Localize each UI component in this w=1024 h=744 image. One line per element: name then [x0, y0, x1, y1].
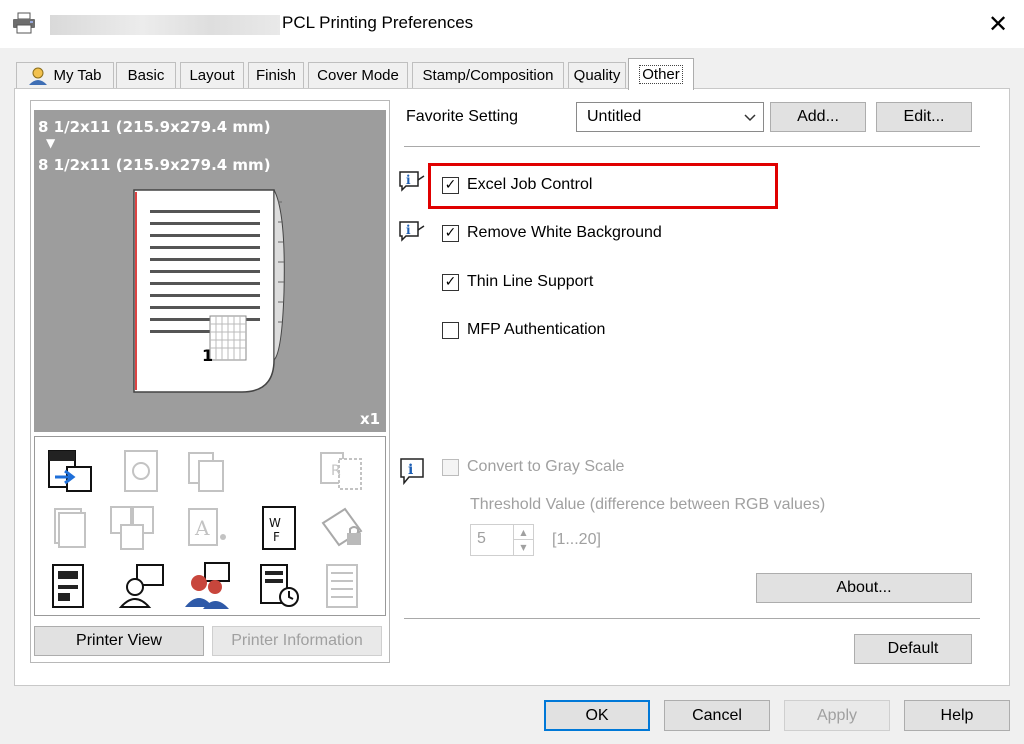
- svg-text:F: F: [273, 530, 280, 544]
- highlight-box: [428, 163, 778, 209]
- svg-text:A: A: [194, 516, 210, 540]
- function-icon-grid: R A W F: [34, 436, 386, 616]
- default-button[interactable]: Default: [854, 634, 972, 664]
- favorite-setting-select[interactable]: Untitled: [576, 102, 764, 132]
- info-icon[interactable]: i: [398, 220, 426, 242]
- convert-to-gray-scale-checkbox: Convert to Gray Scale: [442, 458, 624, 476]
- print-preview: 8 1/2x11 (215.9x279.4 mm) ▼ 8 1/2x11 (21…: [34, 110, 386, 432]
- carbon-copy-icon: R: [320, 452, 362, 490]
- option-label: Thin Line Support: [467, 273, 594, 290]
- printer-mode-icon[interactable]: [45, 447, 95, 497]
- option-label: MFP Authentication: [467, 321, 606, 338]
- secure-print-icon: [321, 507, 363, 547]
- original-size-label: 8 1/2x11 (215.9x279.4 mm): [38, 118, 271, 136]
- tab-label: Layout: [189, 67, 235, 84]
- tab-label: Quality: [573, 67, 621, 84]
- account-track-icon[interactable]: [183, 561, 233, 611]
- help-button[interactable]: Help: [904, 700, 1010, 731]
- about-button[interactable]: About...: [756, 573, 972, 603]
- button-label: Apply: [816, 706, 858, 724]
- info-icon[interactable]: i: [398, 170, 426, 192]
- image-shift-icon: [124, 450, 158, 492]
- tab-label: Stamp/Composition: [422, 67, 554, 84]
- tab-label: Basic: [127, 67, 165, 84]
- checkbox-unchecked-icon: [442, 458, 459, 476]
- font-settings-icon: A: [188, 508, 226, 546]
- add-favorite-button[interactable]: Add...: [770, 102, 866, 132]
- thin-line-support-checkbox[interactable]: ✓ Thin Line Support: [442, 273, 593, 291]
- copies-indicator: x1: [360, 410, 381, 428]
- button-label: Help: [940, 706, 974, 724]
- printer-information-button: Printer Information: [212, 626, 382, 656]
- threshold-value: 5: [477, 530, 486, 547]
- page-list-icon: [326, 564, 358, 608]
- tab-other[interactable]: Other: [628, 58, 694, 90]
- cancel-button[interactable]: Cancel: [664, 700, 770, 731]
- page-number: 1: [202, 346, 214, 365]
- arrow-down-icon: ▼: [46, 136, 56, 150]
- button-label: About...: [836, 579, 892, 596]
- chevron-down-icon: [743, 107, 757, 130]
- svg-text:i: i: [408, 462, 413, 478]
- tab-label: Finish: [255, 67, 296, 84]
- button-label: OK: [585, 706, 609, 724]
- button-label: Add...: [797, 108, 839, 125]
- printer-name-redacted: [50, 15, 280, 35]
- checkbox-checked-icon: ✓: [442, 224, 459, 242]
- favorite-setting-value: Untitled: [587, 108, 642, 125]
- tab-label: Other: [639, 65, 683, 84]
- tab-basic[interactable]: Basic: [116, 62, 176, 88]
- button-label: Cancel: [692, 706, 742, 724]
- option-label: Remove White Background: [467, 224, 662, 241]
- output-size-label: 8 1/2x11 (215.9x279.4 mm): [38, 156, 271, 174]
- edit-favorite-button[interactable]: Edit...: [876, 102, 972, 132]
- cover-page-icon[interactable]: [45, 561, 95, 611]
- user-authentication-icon[interactable]: [117, 561, 167, 611]
- spin-down-icon: ▼: [513, 540, 533, 555]
- threshold-label: Threshold Value (difference between RGB …: [470, 496, 826, 513]
- stack-pages-icon: [54, 508, 86, 548]
- user-icon: [29, 67, 48, 85]
- option-label: Convert to Gray Scale: [467, 458, 625, 475]
- tab-cover-mode[interactable]: Cover Mode: [308, 62, 408, 88]
- svg-text:W: W: [269, 516, 281, 530]
- tab-label: Cover Mode: [317, 67, 399, 84]
- remove-white-background-checkbox[interactable]: ✓ Remove White Background: [442, 224, 662, 242]
- printer-icon: [12, 12, 36, 34]
- tab-stamp-composition[interactable]: Stamp/Composition: [412, 62, 564, 88]
- booklet-pages-icon: [110, 506, 154, 550]
- copy-pages-icon: [188, 452, 224, 492]
- button-label: Default: [887, 640, 939, 657]
- tab-finish[interactable]: Finish: [248, 62, 304, 88]
- threshold-stepper: 5 ▲ ▼: [470, 524, 534, 556]
- checkbox-unchecked-icon: [442, 321, 459, 339]
- page-preview-image: [133, 189, 285, 393]
- button-label: Printer Information: [231, 632, 363, 649]
- tab-layout[interactable]: Layout: [180, 62, 244, 88]
- tab-my-tab[interactable]: My Tab: [16, 62, 114, 88]
- print-settings-lock-icon[interactable]: [255, 561, 305, 611]
- svg-text:i: i: [406, 173, 411, 187]
- svg-text:i: i: [406, 223, 411, 237]
- mfp-authentication-checkbox[interactable]: MFP Authentication: [442, 321, 605, 339]
- threshold-range: [1...20]: [552, 531, 601, 548]
- button-label: Printer View: [76, 632, 162, 649]
- button-label: Edit...: [903, 108, 945, 125]
- divider: [404, 146, 980, 147]
- svg-text:R: R: [331, 463, 341, 479]
- favorite-setting-label: Favorite Setting: [406, 108, 519, 125]
- apply-button: Apply: [784, 700, 890, 731]
- checkbox-checked-icon: ✓: [442, 273, 459, 291]
- document-form-icon[interactable]: W F: [255, 503, 305, 553]
- divider: [404, 618, 980, 619]
- window-title: PCL Printing Preferences: [282, 13, 474, 32]
- close-button[interactable]: ✕: [980, 8, 1016, 40]
- ok-button[interactable]: OK: [544, 700, 650, 731]
- info-icon[interactable]: i: [398, 456, 428, 486]
- spin-up-icon: ▲: [513, 525, 533, 540]
- printer-view-button[interactable]: Printer View: [34, 626, 204, 656]
- tab-label: My Tab: [53, 67, 102, 84]
- tab-quality[interactable]: Quality: [568, 62, 626, 88]
